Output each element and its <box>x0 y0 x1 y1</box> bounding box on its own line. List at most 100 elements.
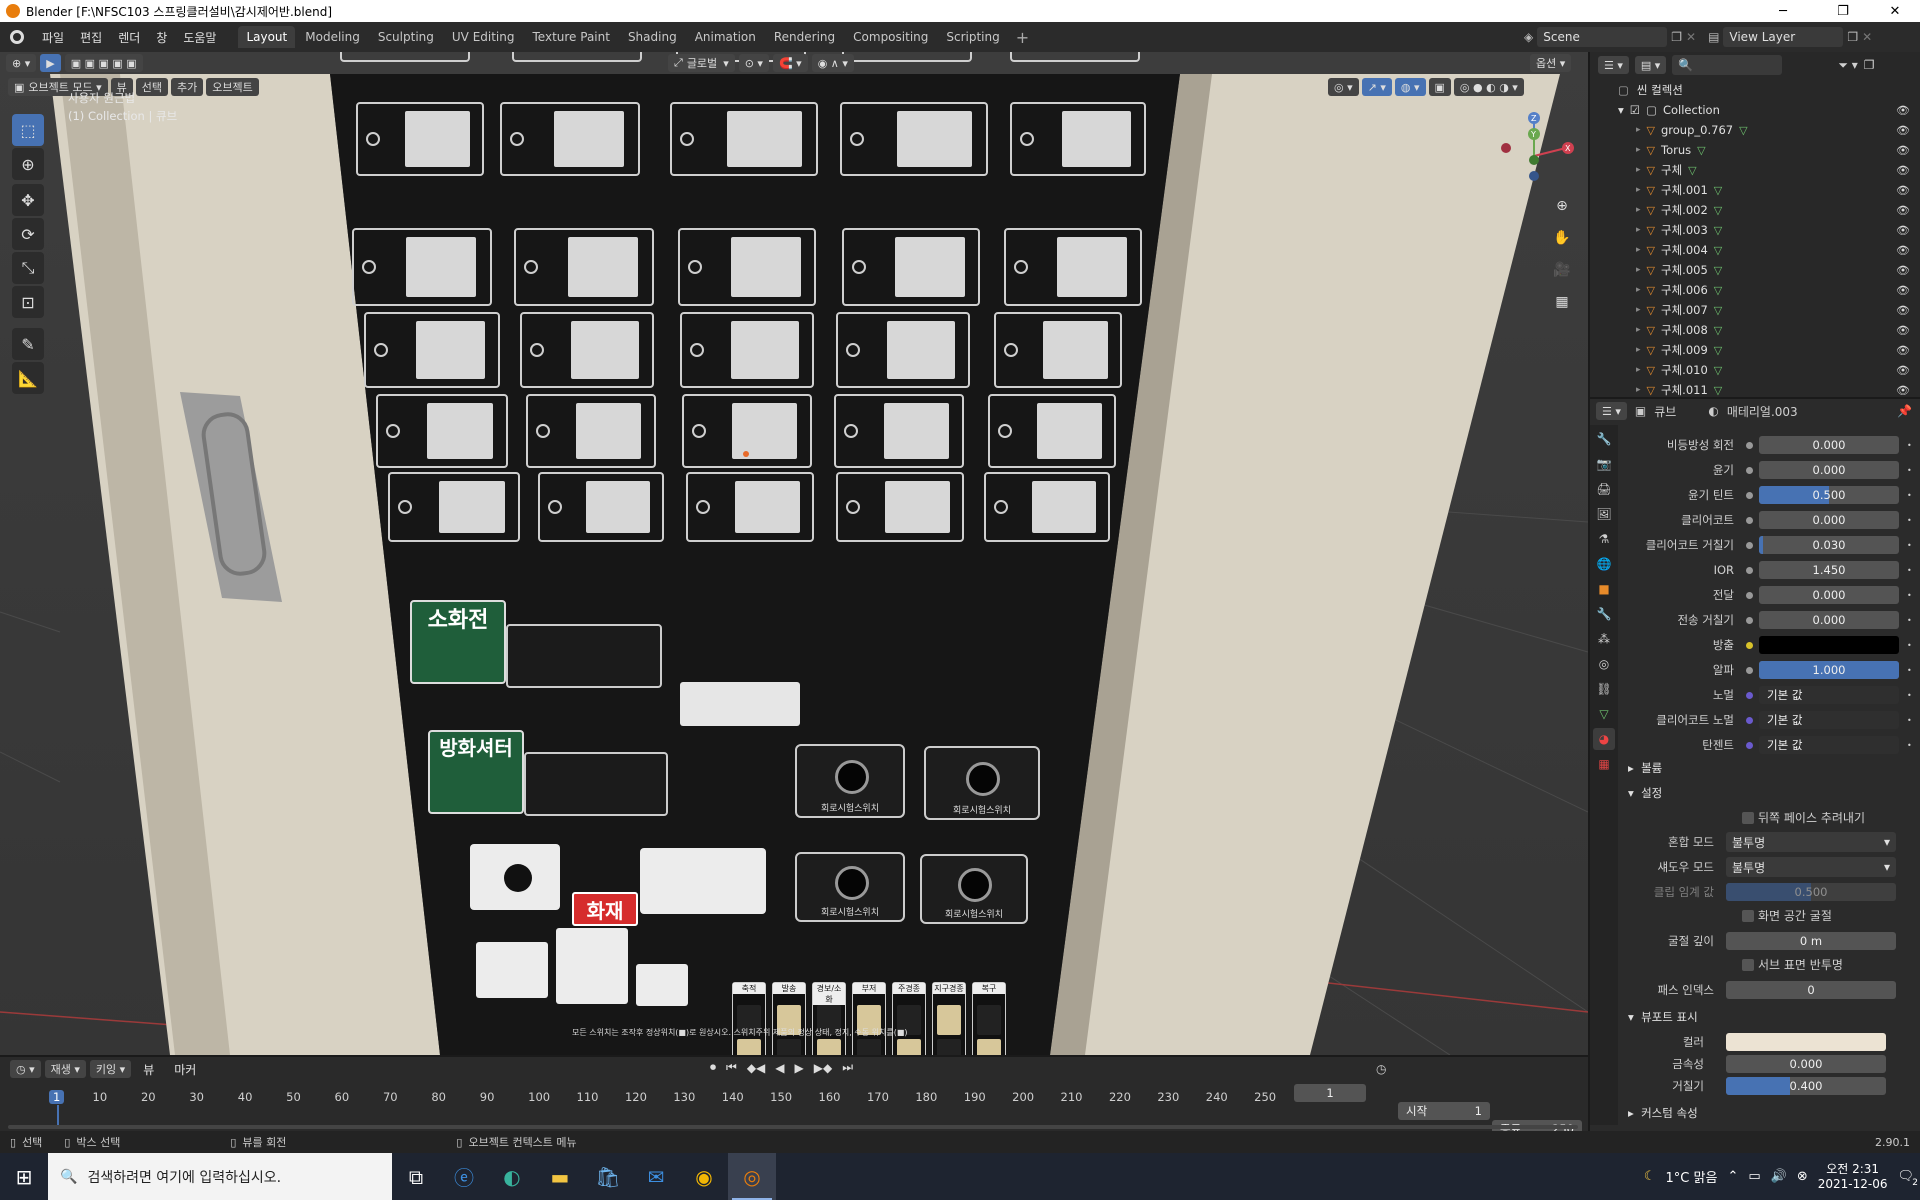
mesh-data-icon[interactable]: ▽ <box>1714 184 1722 197</box>
menu-select[interactable]: 선택 <box>135 78 169 96</box>
new-scene-icon[interactable]: ❐ <box>1671 30 1682 44</box>
keyframe-dot-icon[interactable]: • <box>1907 666 1912 675</box>
property-value-field[interactable]: 0.000 <box>1759 611 1899 629</box>
workspace-tab-modeling[interactable]: Modeling <box>297 26 368 48</box>
socket-icon[interactable] <box>1746 466 1753 474</box>
gizmo-icon[interactable]: ↗ ▾ <box>1361 78 1392 96</box>
modifier-tab-icon[interactable]: 🔧 <box>1593 603 1615 625</box>
eye-icon[interactable]: 👁 <box>1896 144 1910 157</box>
socket-icon[interactable] <box>1746 566 1753 574</box>
scale-tool-icon[interactable]: ⤡ <box>12 252 44 284</box>
rotary-dial-21-30[interactable]: 회로시험스위치 <box>795 744 905 818</box>
checkbox-icon[interactable]: ☑ <box>1630 103 1640 117</box>
keyframe-dot-icon[interactable]: • <box>1907 491 1912 500</box>
ime-icon[interactable]: ⊗ <box>1797 1169 1808 1184</box>
overlay-icon[interactable]: ◍ ▾ <box>1394 78 1426 96</box>
scene-tab-icon[interactable]: ⚗ <box>1593 528 1615 550</box>
panel-settings[interactable]: ▾ 설정 <box>1628 785 1662 801</box>
socket-icon[interactable] <box>1746 641 1753 649</box>
annotate-tool-icon[interactable]: ✎ <box>12 328 44 360</box>
eye-icon[interactable]: 👁 <box>1896 264 1910 277</box>
expand-arrow-icon[interactable]: ▸ <box>1636 365 1641 375</box>
eye-icon[interactable]: 👁 <box>1896 304 1910 317</box>
eye-icon[interactable]: 👁 <box>1896 224 1910 237</box>
expand-arrow-icon[interactable]: ▸ <box>1636 145 1641 155</box>
display-mode-icon[interactable]: ▤ ▾ <box>1634 56 1667 74</box>
pass-index-field[interactable]: 0 <box>1726 981 1896 999</box>
subsurface-translucency-checkbox[interactable]: 서브 표면 반투명 <box>1742 956 1843 973</box>
material-tab-icon[interactable]: ◕ <box>1593 728 1615 750</box>
socket-icon[interactable] <box>1746 516 1753 524</box>
snap-icon[interactable]: 🧲 ▾ <box>772 54 808 72</box>
mesh-data-icon[interactable]: ▽ <box>1739 124 1747 137</box>
workspace-tab-rendering[interactable]: Rendering <box>766 26 843 48</box>
eye-icon[interactable]: 👁 <box>1896 284 1910 297</box>
expand-arrow-icon[interactable]: ▸ <box>1636 325 1641 335</box>
socket-icon[interactable] <box>1746 541 1753 549</box>
taskbar-search-box[interactable]: 🔍 검색하려면 여기에 입력하십시오. <box>48 1153 392 1200</box>
mesh-data-icon[interactable]: ▽ <box>1714 344 1722 357</box>
link-field[interactable]: 기본 값 <box>1759 686 1899 704</box>
roughness-field[interactable]: 0.400 <box>1726 1077 1886 1095</box>
blender-taskbar-icon[interactable]: ◎ <box>728 1153 776 1200</box>
data-tab-icon[interactable]: ▽ <box>1593 703 1615 725</box>
measure-tool-icon[interactable]: 📐 <box>12 362 44 394</box>
viewport-color-swatch[interactable] <box>1726 1033 1886 1051</box>
expand-arrow-icon[interactable]: ▸ <box>1636 125 1641 135</box>
workspace-tab-layout[interactable]: Layout <box>238 26 296 48</box>
expand-arrow-icon[interactable]: ▸ <box>1636 185 1641 195</box>
grid-ortho-icon[interactable]: ▦ <box>1548 288 1576 316</box>
eye-icon[interactable]: 👁 <box>1896 324 1910 337</box>
edge-icon[interactable]: ◐ <box>488 1153 536 1200</box>
mesh-data-icon[interactable]: ▽ <box>1714 204 1722 217</box>
proportional-edit-icon[interactable]: ◉ ∧ ▾ <box>811 54 854 72</box>
socket-icon[interactable] <box>1746 716 1753 724</box>
outliner-item[interactable]: ▸ ▽ Torus ▽ 👁 <box>1590 140 1920 160</box>
panel-viewport-display[interactable]: ▾ 뷰포트 표시 <box>1628 1009 1698 1025</box>
eye-icon[interactable]: 👁 <box>1896 204 1910 217</box>
outliner-item[interactable]: ▸ ▽ 구체.008 ▽ 👁 <box>1590 320 1920 340</box>
maximize-icon[interactable]: ❐ <box>1820 0 1866 22</box>
panel-custom-properties[interactable]: ▸ 커스텀 속성 <box>1628 1105 1698 1121</box>
xray-icon[interactable]: ▣ <box>1428 78 1451 96</box>
particles-tab-icon[interactable]: ⁂ <box>1593 628 1615 650</box>
rotary-dial-11-20[interactable]: 회로시험스위치 <box>920 854 1028 924</box>
network-icon[interactable]: ▭ <box>1748 1169 1760 1184</box>
workspace-tab-animation[interactable]: Animation <box>687 26 764 48</box>
view-layer-icon[interactable]: ▤ <box>1708 30 1719 44</box>
view-layer-tab-icon[interactable]: 🖼 <box>1593 503 1615 525</box>
select-box-tool-icon[interactable]: ⬚ <box>12 114 44 146</box>
property-value-field[interactable]: 0.000 <box>1759 586 1899 604</box>
keyframe-dot-icon[interactable]: • <box>1907 641 1912 650</box>
cursor-tool-icon[interactable]: ⊕ <box>12 148 44 180</box>
collection-row[interactable]: ▾ ☑ ▢ Collection 👁 <box>1590 100 1920 120</box>
outliner-item[interactable]: ▸ ▽ 구체.004 ▽ 👁 <box>1590 240 1920 260</box>
expand-arrow-icon[interactable]: ▸ <box>1636 345 1641 355</box>
outliner-item[interactable]: ▸ ▽ 구체.003 ▽ 👁 <box>1590 220 1920 240</box>
socket-icon[interactable] <box>1746 691 1753 699</box>
task-view-icon[interactable]: ⧉ <box>392 1153 440 1200</box>
new-collection-icon[interactable]: ❐ <box>1864 58 1875 72</box>
delete-scene-icon[interactable]: ✕ <box>1686 30 1696 44</box>
object-name[interactable]: 큐브 <box>1654 403 1676 420</box>
panel-switch[interactable]: 지구경종 <box>932 982 966 1055</box>
outliner-search-input[interactable]: 🔍 <box>1672 55 1783 75</box>
expand-arrow-icon[interactable]: ▸ <box>1636 225 1641 235</box>
shading-mode-icons[interactable]: ◎ ● ◐ ◑ ▾ <box>1453 78 1524 96</box>
notification-icon[interactable]: 🗨 2 <box>1897 1169 1918 1188</box>
keyframe-dot-icon[interactable]: • <box>1907 566 1912 575</box>
link-field[interactable]: 기본 값 <box>1759 736 1899 754</box>
shadow-mode-dropdown[interactable]: 불투명 ▾ <box>1726 857 1896 877</box>
keyframe-dot-icon[interactable]: • <box>1907 466 1912 475</box>
eye-icon[interactable]: 👁 <box>1896 124 1910 137</box>
panel-switch[interactable]: 발송 <box>772 982 806 1055</box>
property-value-field[interactable]: 0.030 <box>1759 536 1899 554</box>
output-tab-icon[interactable]: 🖨 <box>1593 478 1615 500</box>
socket-icon[interactable] <box>1746 491 1753 499</box>
chrome-icon[interactable]: ◉ <box>680 1153 728 1200</box>
add-workspace-icon[interactable]: + <box>1016 28 1029 47</box>
keyframe-dot-icon[interactable]: • <box>1907 591 1912 600</box>
select-mode-icons[interactable]: ▣ ▣ ▣ ▣ ▣ <box>64 54 143 72</box>
tool-tab-icon[interactable]: 🔧 <box>1593 428 1615 450</box>
panel-switch[interactable]: 경보/소화 <box>812 982 846 1055</box>
